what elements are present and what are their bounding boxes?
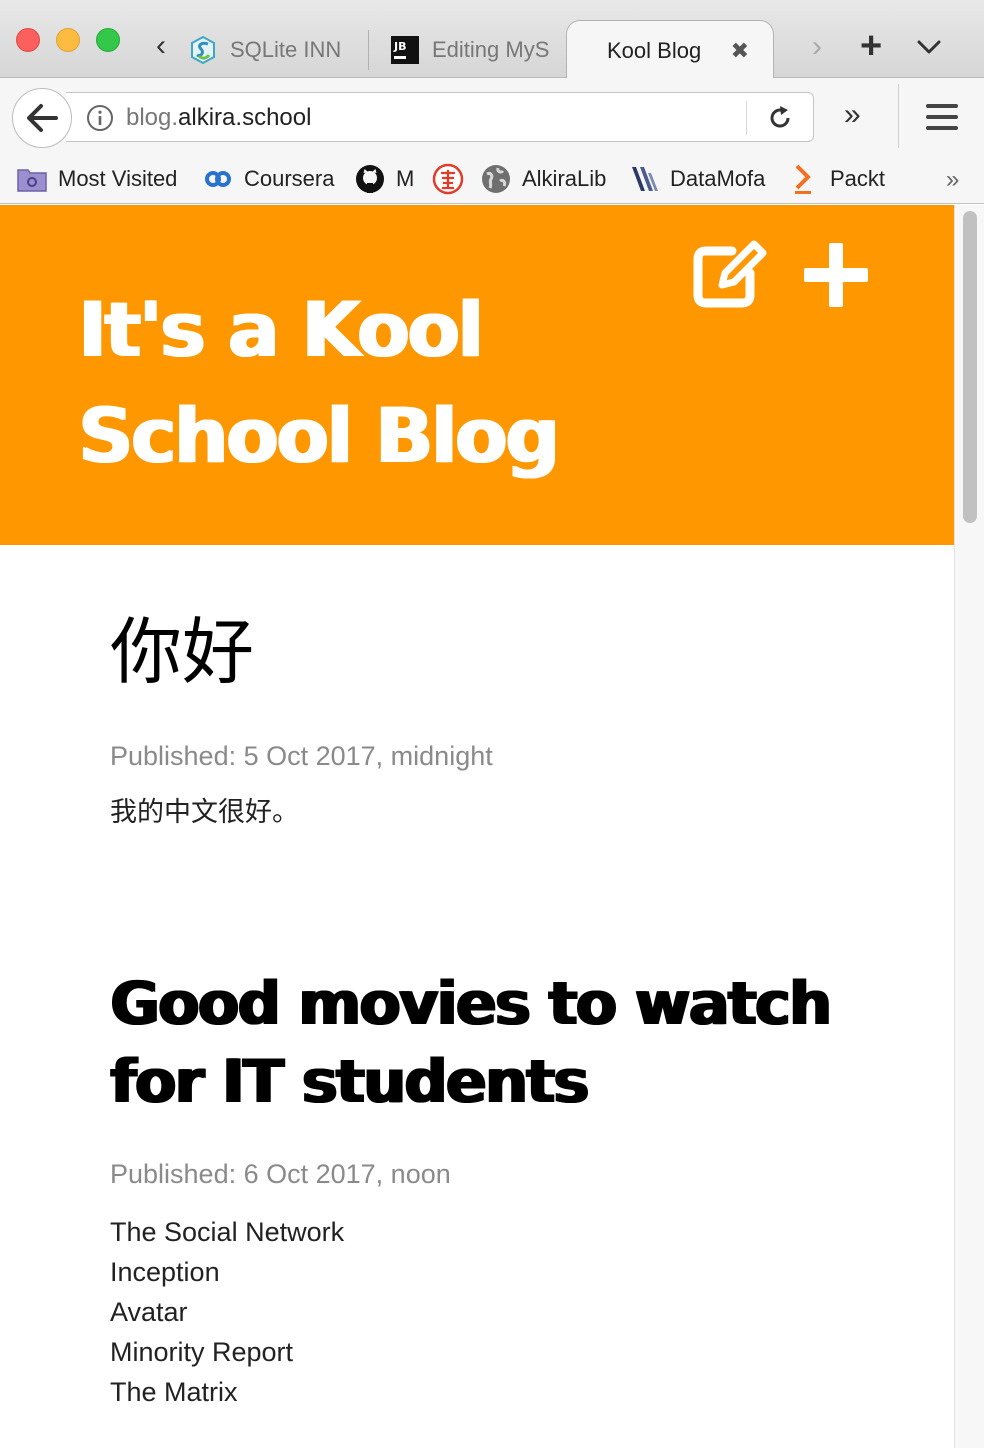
reload-icon[interactable]: [766, 104, 794, 132]
bookmark-label: AlkiraLib: [522, 166, 607, 191]
post-body-line: Inception: [110, 1257, 220, 1287]
globe-icon: [482, 165, 510, 193]
post-body-line: The Matrix: [110, 1377, 238, 1407]
post-body: The Social Network Inception Avatar Mino…: [110, 1212, 870, 1412]
url-domain: alkira.school: [178, 104, 312, 131]
post-title-line1: Good movies to watch: [110, 969, 831, 1039]
bookmark-seal[interactable]: [432, 162, 464, 196]
bookmark-packt[interactable]: Packt: [788, 162, 885, 196]
tab-label: SQLite INN: [230, 37, 342, 62]
tabs-scroll-left-button[interactable]: ‹: [148, 28, 174, 64]
blog-title: It's a Kool School Blog: [78, 277, 698, 489]
post-body-line: Avatar: [110, 1297, 188, 1327]
datamofa-icon: [632, 167, 658, 191]
svg-text:JB: JB: [393, 40, 406, 53]
bookmarks-overflow-button[interactable]: »: [946, 166, 959, 194]
post-title-line2: for IT students: [110, 1047, 589, 1117]
bookmark-datamofa[interactable]: DataMofa: [628, 162, 765, 196]
post-title[interactable]: Good movies to watch for IT students: [110, 965, 870, 1121]
blog-title-line2: School Blog: [78, 391, 559, 480]
new-tab-button[interactable]: +: [860, 26, 882, 66]
seal-icon: [432, 163, 464, 195]
navigation-toolbar: blog.alkira.school »: [0, 78, 984, 154]
close-window-button[interactable]: [16, 28, 40, 52]
tab-kool-blog[interactable]: Kool Blog ✖: [566, 20, 774, 80]
tab-divider: [368, 30, 369, 70]
scrollbar-thumb[interactable]: [963, 211, 977, 523]
bookmark-label: Most Visited: [58, 166, 178, 191]
blog-post: Good movies to watch for IT students Pub…: [110, 965, 870, 1412]
blog-post: 你好 Published: 5 Oct 2017, midnight 我的中文很…: [110, 607, 870, 832]
vertical-scrollbar[interactable]: [954, 205, 984, 1448]
blog-header: It's a Kool School Blog: [0, 205, 954, 545]
coursera-icon: [205, 171, 231, 187]
edit-icon[interactable]: [692, 239, 768, 309]
folder-icon: [17, 169, 47, 192]
tab-label: Editing MyS: [432, 37, 550, 62]
bookmark-label: Coursera: [244, 166, 335, 191]
bookmark-most-visited[interactable]: Most Visited: [16, 162, 177, 196]
arrow-left-icon: [27, 104, 58, 132]
bookmark-label: DataMofa: [670, 166, 766, 191]
post-published-date: Published: 6 Oct 2017, noon: [110, 1159, 451, 1189]
post-title[interactable]: 你好: [110, 607, 870, 697]
bookmark-label: Packt: [830, 166, 886, 191]
post-body-line: The Social Network: [110, 1217, 345, 1247]
packt-icon: [795, 164, 811, 194]
tab-sqlite[interactable]: SQLite INN: [188, 22, 356, 78]
tab-bar: ‹ SQLite INN JB Editing MyS Kool Blog ✖ …: [0, 0, 984, 80]
bookmark-coursera[interactable]: Coursera: [202, 162, 334, 196]
zoom-window-button[interactable]: [96, 28, 120, 52]
bookmark-alkiralib[interactable]: AlkiraLib: [480, 162, 606, 196]
post-published-date: Published: 5 Oct 2017, midnight: [110, 741, 493, 771]
post-body: 我的中文很好。: [110, 792, 870, 832]
bookmarks-toolbar: Most Visited Coursera M AlkiraLib DataMo…: [0, 154, 984, 204]
sqlite-icon: [191, 35, 215, 65]
info-icon[interactable]: [86, 104, 114, 132]
toolbar-separator: [898, 84, 899, 148]
post-body-line: Minority Report: [110, 1337, 294, 1367]
tab-label: Kool Blog: [607, 37, 702, 63]
toolbar-overflow-button[interactable]: »: [844, 100, 861, 130]
jetbrains-icon: JB: [391, 36, 419, 64]
url-text[interactable]: blog.alkira.school: [126, 104, 311, 132]
blog-title-line1: It's a Kool: [78, 285, 483, 374]
url-separator: [746, 101, 747, 135]
github-icon: [356, 165, 384, 193]
url-subdomain: blog.: [126, 104, 179, 131]
tabs-scroll-right-button[interactable]: ›: [812, 30, 822, 64]
hamburger-menu-icon[interactable]: [926, 104, 958, 130]
bookmark-label: M: [396, 166, 415, 191]
page-viewport: It's a Kool School Blog 你好 Published: 5 …: [0, 205, 954, 1448]
chevron-down-icon[interactable]: [914, 32, 944, 62]
plus-icon[interactable]: [802, 243, 870, 307]
url-bar[interactable]: blog.alkira.school: [66, 92, 814, 142]
minimize-window-button[interactable]: [56, 28, 80, 52]
back-button[interactable]: [12, 88, 72, 148]
bookmark-github[interactable]: M: [354, 162, 414, 196]
tab-editing[interactable]: JB Editing MyS: [390, 22, 556, 78]
close-tab-icon[interactable]: ✖: [731, 38, 749, 64]
post-body-line: 我的中文很好。: [110, 797, 299, 827]
